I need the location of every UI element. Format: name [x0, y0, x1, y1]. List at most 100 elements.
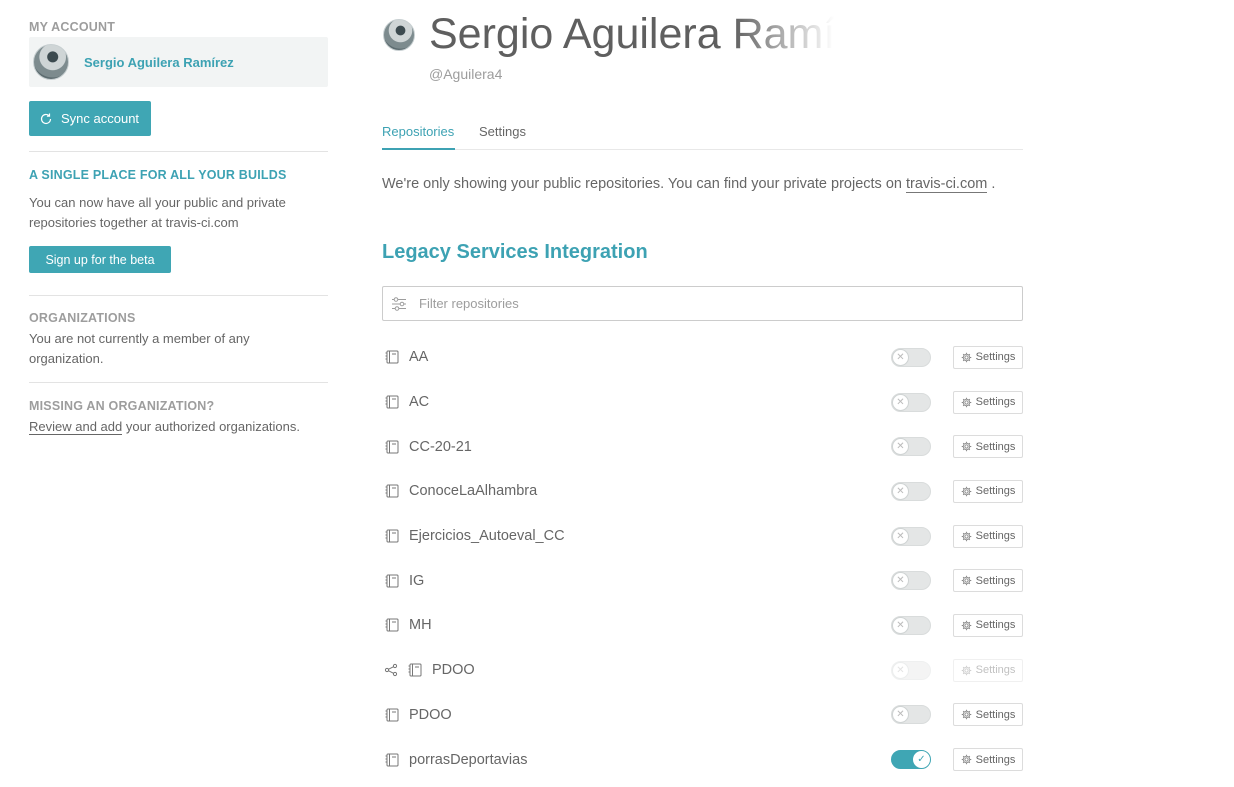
- x-icon: ✕: [892, 348, 909, 366]
- divider: [29, 382, 328, 383]
- divider: [29, 151, 328, 152]
- repository-name-wrap: PDOO: [382, 707, 452, 723]
- repository-settings-label: Settings: [975, 664, 1016, 677]
- x-icon: ✕: [892, 527, 909, 545]
- gear-icon: [961, 441, 972, 452]
- repo-book-icon: [384, 528, 400, 544]
- repo-book-icon: [384, 483, 400, 499]
- repository-settings-label: Settings: [975, 619, 1016, 632]
- repository-name-wrap: Ejercicios_Autoeval_CC: [382, 528, 565, 544]
- repository-settings-label: Settings: [975, 396, 1016, 409]
- gear-icon: [961, 709, 972, 720]
- repository-name[interactable]: porrasDeportavias: [409, 752, 527, 768]
- repository-name[interactable]: Ejercicios_Autoeval_CC: [409, 528, 565, 544]
- repository-name[interactable]: PDOO: [432, 662, 475, 678]
- repository-settings-button[interactable]: Settings: [953, 613, 1023, 637]
- repository-row-cc-20-21: CC-20-21 ✕ Settings: [382, 424, 1023, 469]
- gear-icon: [961, 352, 972, 363]
- repository-toggle[interactable]: ✓: [891, 750, 931, 770]
- organizations-text: You are not currently a member of any or…: [29, 331, 250, 366]
- section-title: Legacy Services Integration: [382, 241, 648, 263]
- divider: [29, 295, 328, 296]
- profile-avatar: [383, 19, 415, 51]
- repository-settings-button[interactable]: Settings: [953, 748, 1023, 772]
- repository-settings-label: Settings: [975, 351, 1016, 364]
- repository-toggle[interactable]: ✕: [891, 660, 931, 680]
- repository-toggle[interactable]: ✕: [891, 571, 931, 591]
- my-account-heading: MY ACCOUNT: [29, 20, 116, 34]
- repository-name[interactable]: CC-20-21: [409, 439, 472, 455]
- repository-settings-label: Settings: [975, 708, 1016, 721]
- tab-repositories[interactable]: Repositories: [382, 120, 455, 150]
- repository-name[interactable]: PDOO: [409, 707, 452, 723]
- repository-name-wrap: IG: [382, 573, 424, 589]
- repository-row-pdoo: PDOO ✕ Settings: [382, 693, 1023, 738]
- notice-suffix: .: [987, 176, 996, 192]
- repository-settings-button[interactable]: Settings: [953, 435, 1023, 459]
- repository-toggle[interactable]: ✕: [891, 437, 931, 457]
- gear-icon: [961, 754, 972, 765]
- sync-account-button[interactable]: Sync account: [29, 101, 151, 136]
- missing-organization-suffix: your authorized organizations.: [122, 419, 301, 434]
- repository-row-ig: IG ✕ Settings: [382, 558, 1023, 603]
- main-content: Sergio Aguilera Ramíre @Aguilera4 Reposi…: [382, 0, 1023, 787]
- tab-settings[interactable]: Settings: [479, 120, 526, 150]
- beta-heading: A SINGLE PLACE FOR ALL YOUR BUILDS: [29, 168, 287, 182]
- repo-book-icon: [384, 707, 400, 723]
- filter-sliders-icon: [391, 296, 407, 312]
- repo-book-icon: [384, 349, 400, 365]
- missing-organization-heading: MISSING AN ORGANIZATION?: [29, 399, 215, 413]
- repository-name[interactable]: AC: [409, 394, 429, 410]
- repository-toggle[interactable]: ✕: [891, 347, 931, 367]
- x-icon: ✕: [892, 616, 909, 634]
- repository-settings-button[interactable]: Settings: [953, 524, 1023, 548]
- repository-settings-button[interactable]: Settings: [953, 390, 1023, 414]
- review-and-add-link[interactable]: Review and add: [29, 419, 123, 435]
- repository-list: AA ✕ Settings AC ✕ Settings CC-20-21 ✕ S…: [382, 335, 1023, 782]
- repository-name-wrap: AC: [382, 394, 429, 410]
- repository-toggle[interactable]: ✕: [891, 392, 931, 412]
- check-icon: ✓: [913, 751, 930, 769]
- profile-tabs: Repositories Settings: [382, 120, 1023, 150]
- x-icon: ✕: [892, 482, 909, 500]
- sign-up-beta-button[interactable]: Sign up for the beta: [29, 246, 171, 273]
- repository-settings-button[interactable]: Settings: [953, 569, 1023, 593]
- x-icon: ✕: [892, 393, 909, 411]
- repository-name[interactable]: IG: [409, 573, 424, 589]
- account-name[interactable]: Sergio Aguilera Ramírez: [84, 55, 234, 70]
- profile-name: Sergio Aguilera Ramíre: [429, 10, 834, 58]
- account-card[interactable]: Sergio Aguilera Ramírez: [29, 37, 328, 87]
- repository-row-ac: AC ✕ Settings: [382, 380, 1023, 425]
- repository-settings-button[interactable]: Settings: [953, 345, 1023, 369]
- repo-book-icon: [384, 439, 400, 455]
- filter-repositories-input[interactable]: [419, 296, 999, 311]
- repository-name[interactable]: AA: [409, 349, 428, 365]
- repository-name-wrap: ConoceLaAlhambra: [382, 483, 537, 499]
- travis-ci-com-link[interactable]: travis-ci.com: [905, 176, 988, 193]
- repository-settings-button[interactable]: Settings: [953, 658, 1023, 682]
- repository-name[interactable]: ConoceLaAlhambra: [409, 483, 537, 499]
- filter-repositories-field[interactable]: [382, 286, 1023, 321]
- repository-toggle[interactable]: ✕: [891, 705, 931, 725]
- repository-toggle[interactable]: ✕: [891, 615, 931, 635]
- gear-icon: [961, 531, 972, 542]
- repository-toggle[interactable]: ✕: [891, 481, 931, 501]
- repository-toggle[interactable]: ✕: [891, 526, 931, 546]
- repository-row-pdoo: PDOO ✕ Settings: [382, 648, 1023, 693]
- public-repos-notice: We're only showing your public repositor…: [382, 176, 996, 193]
- repository-name-wrap: PDOO: [382, 662, 475, 678]
- repository-name[interactable]: MH: [409, 617, 432, 633]
- repository-settings-button[interactable]: Settings: [953, 703, 1023, 727]
- repository-row-porrasdeportavias: porrasDeportavias ✓ Settings: [382, 737, 1023, 782]
- repository-settings-label: Settings: [975, 485, 1016, 498]
- repository-settings-button[interactable]: Settings: [953, 479, 1023, 503]
- missing-organization-text: Review and add your authorized organizat…: [29, 417, 328, 437]
- repository-settings-label: Settings: [975, 574, 1016, 587]
- x-icon: ✕: [892, 706, 909, 724]
- x-icon: ✕: [892, 438, 909, 456]
- x-icon: ✕: [892, 572, 909, 590]
- sync-icon: [39, 112, 53, 126]
- repository-row-ejercicios_autoeval_cc: Ejercicios_Autoeval_CC ✕ Settings: [382, 514, 1023, 559]
- repository-name-wrap: MH: [382, 617, 432, 633]
- repository-settings-label: Settings: [975, 753, 1016, 766]
